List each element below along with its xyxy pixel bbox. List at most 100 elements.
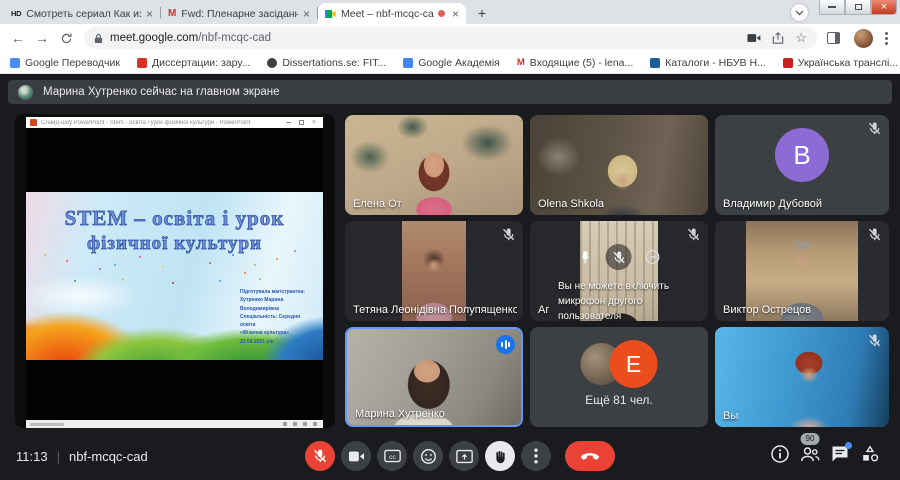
tab-close-icon[interactable]: × bbox=[303, 8, 310, 20]
tab-strip: HD Смотреть сериал Как избежать × M Fwd:… bbox=[0, 0, 900, 24]
mic-muted-icon bbox=[867, 227, 882, 242]
more-options-button[interactable] bbox=[521, 441, 551, 471]
bookmark-favicon bbox=[136, 57, 147, 68]
address-bar[interactable]: meet.google.com/nbf-mcqc-cad ☆ bbox=[84, 27, 817, 49]
bookmark-dissertations-se[interactable]: Dissertations.se: FIT... bbox=[267, 57, 386, 69]
profile-avatar[interactable] bbox=[854, 28, 873, 48]
more-participants-tile[interactable]: E Ещё 81 чел. bbox=[530, 327, 708, 427]
bookmark-dissertations-ru[interactable]: Диссертации: зару... bbox=[136, 56, 251, 69]
active-speaker-tile[interactable]: Марина Хутренко bbox=[345, 327, 523, 427]
pinned-notification-banner: Марина Хутренко сейчас на главном экране bbox=[8, 80, 892, 104]
close-button[interactable]: × bbox=[871, 0, 897, 15]
maximize-icon bbox=[298, 120, 304, 125]
bookmark-inbox[interactable]: M Входящие (5) - lena... bbox=[517, 57, 633, 69]
slide-decoration bbox=[44, 254, 46, 256]
tab-meet-active[interactable]: Meet – nbf-mcqc-cad × bbox=[318, 3, 466, 24]
tile-hover-controls bbox=[578, 244, 661, 270]
present-icon bbox=[455, 449, 473, 463]
bookmarks-bar: Google Переводчик Диссертации: зару... D… bbox=[0, 52, 900, 74]
chat-notification-dot bbox=[845, 442, 852, 449]
new-tab-button[interactable]: + bbox=[473, 4, 491, 22]
meeting-details-button[interactable] bbox=[770, 444, 790, 464]
bookmark-star-button[interactable]: ☆ bbox=[795, 30, 807, 46]
participants-panel-button[interactable]: 90 bbox=[800, 433, 820, 464]
info-icon bbox=[771, 445, 789, 463]
mic-muted-icon bbox=[867, 121, 882, 136]
bookmark-label: Українська транслі... bbox=[797, 56, 899, 69]
tab-close-icon[interactable]: × bbox=[146, 8, 153, 20]
share-button[interactable] bbox=[772, 32, 784, 44]
hd-favicon: HD bbox=[11, 9, 22, 18]
tab-gmail[interactable]: M Fwd: Пленарне засідання Всеук × bbox=[161, 3, 317, 24]
meeting-panels: 90 bbox=[770, 433, 880, 464]
share-icon bbox=[773, 32, 784, 44]
participant-tile[interactable]: Елена От bbox=[345, 115, 523, 215]
back-button[interactable]: ← bbox=[6, 26, 30, 50]
slide-title: STEM – освіта і урок фізичної культури bbox=[26, 206, 323, 255]
powerpoint-statusbar bbox=[26, 420, 323, 428]
tab-search-chevron[interactable] bbox=[791, 4, 808, 21]
raise-hand-button[interactable] bbox=[485, 441, 515, 471]
tab-close-icon[interactable]: × bbox=[452, 8, 459, 20]
mic-muted-icon bbox=[686, 227, 701, 242]
participant-name: Аг bbox=[538, 304, 550, 316]
meeting-info: 11:13 | nbf-mcqc-cad bbox=[16, 449, 148, 464]
reload-button[interactable] bbox=[54, 26, 78, 50]
captions-button[interactable]: cc bbox=[377, 441, 407, 471]
reload-icon bbox=[61, 32, 71, 43]
browser-toolbar: ← → meet.google.com/nbf-mcqc-cad ☆ bbox=[0, 24, 900, 52]
emoji-icon bbox=[420, 448, 436, 464]
activities-panel-button[interactable] bbox=[860, 444, 880, 464]
mute-tooltip: Вы не можете включить микрофон другого п… bbox=[558, 281, 670, 321]
forward-button[interactable]: → bbox=[30, 26, 54, 50]
camera-toggle-button[interactable] bbox=[341, 441, 371, 471]
bookmark-favicon bbox=[650, 57, 661, 68]
participant-tile[interactable]: Виктор Острецов bbox=[715, 221, 889, 321]
bookmark-label: Диссертации: зару... bbox=[151, 56, 251, 69]
participant-tile[interactable]: Вы не можете включить микрофон другого п… bbox=[530, 221, 708, 321]
maximize-button[interactable] bbox=[845, 0, 871, 15]
bookmark-favicon bbox=[10, 57, 20, 68]
participant-tile[interactable]: Olena Shkola bbox=[530, 115, 708, 215]
divider: | bbox=[56, 449, 60, 464]
minimize-icon bbox=[285, 122, 291, 123]
powerpoint-window-controls: × bbox=[285, 119, 316, 126]
participant-avatar: В bbox=[775, 128, 829, 182]
participant-tile[interactable]: В Владимир Дубовой bbox=[715, 115, 889, 215]
bookmark-catalogs[interactable]: Каталоги - НБУВ Н... bbox=[650, 57, 766, 69]
bookmark-scholar[interactable]: Google Академія bbox=[403, 57, 500, 69]
minimize-button[interactable] bbox=[819, 0, 845, 15]
chat-panel-button[interactable] bbox=[830, 442, 852, 464]
self-view-tile[interactable]: Вы bbox=[715, 327, 889, 427]
powerpoint-titlebar: Слайд-шоу PowerPoint - Stem - освіта і у… bbox=[26, 117, 323, 128]
bookmark-transliteration[interactable]: Українська транслі... bbox=[782, 56, 899, 69]
browser-chrome: HD Смотреть сериал Как избежать × M Fwd:… bbox=[0, 0, 900, 74]
participant-video bbox=[715, 327, 889, 427]
participant-name: Елена От bbox=[353, 198, 402, 210]
kebab-icon bbox=[534, 448, 538, 464]
leave-call-button[interactable] bbox=[565, 441, 615, 471]
bookmark-favicon bbox=[267, 57, 278, 68]
google-meet-window: HD Смотреть сериал Как избежать × M Fwd:… bbox=[0, 0, 900, 480]
url-path: /nbf-mcqc-cad bbox=[198, 32, 272, 44]
bookmark-translator[interactable]: Google Переводчик bbox=[10, 57, 120, 69]
pin-button[interactable] bbox=[578, 250, 593, 265]
reactions-button[interactable] bbox=[413, 441, 443, 471]
tab-video-site[interactable]: HD Смотреть сериал Как избежать × bbox=[4, 3, 160, 24]
tab-title: Fwd: Пленарне засідання Всеук bbox=[181, 7, 298, 20]
lock-icon bbox=[94, 33, 103, 43]
browser-menu-button[interactable] bbox=[879, 31, 894, 45]
slide: STEM – освіта і урок фізичної культури П… bbox=[26, 192, 323, 360]
participant-tile[interactable]: Тетяна Леонідівна Полупященко bbox=[345, 221, 523, 321]
remove-participant-button[interactable] bbox=[645, 249, 661, 265]
people-icon bbox=[801, 447, 820, 462]
side-panel-button[interactable] bbox=[827, 32, 840, 44]
screenshare-tile[interactable]: Слайд-шоу PowerPoint - Stem - освіта і у… bbox=[15, 114, 335, 428]
mic-toggle-button[interactable] bbox=[305, 441, 335, 471]
hand-icon bbox=[495, 450, 505, 463]
camera-in-use-indicator[interactable] bbox=[747, 33, 761, 43]
svg-text:cc: cc bbox=[389, 454, 396, 461]
tab-title: Смотреть сериал Как избежать bbox=[26, 7, 141, 20]
mute-participant-button[interactable] bbox=[605, 244, 632, 270]
present-screen-button[interactable] bbox=[449, 441, 479, 471]
